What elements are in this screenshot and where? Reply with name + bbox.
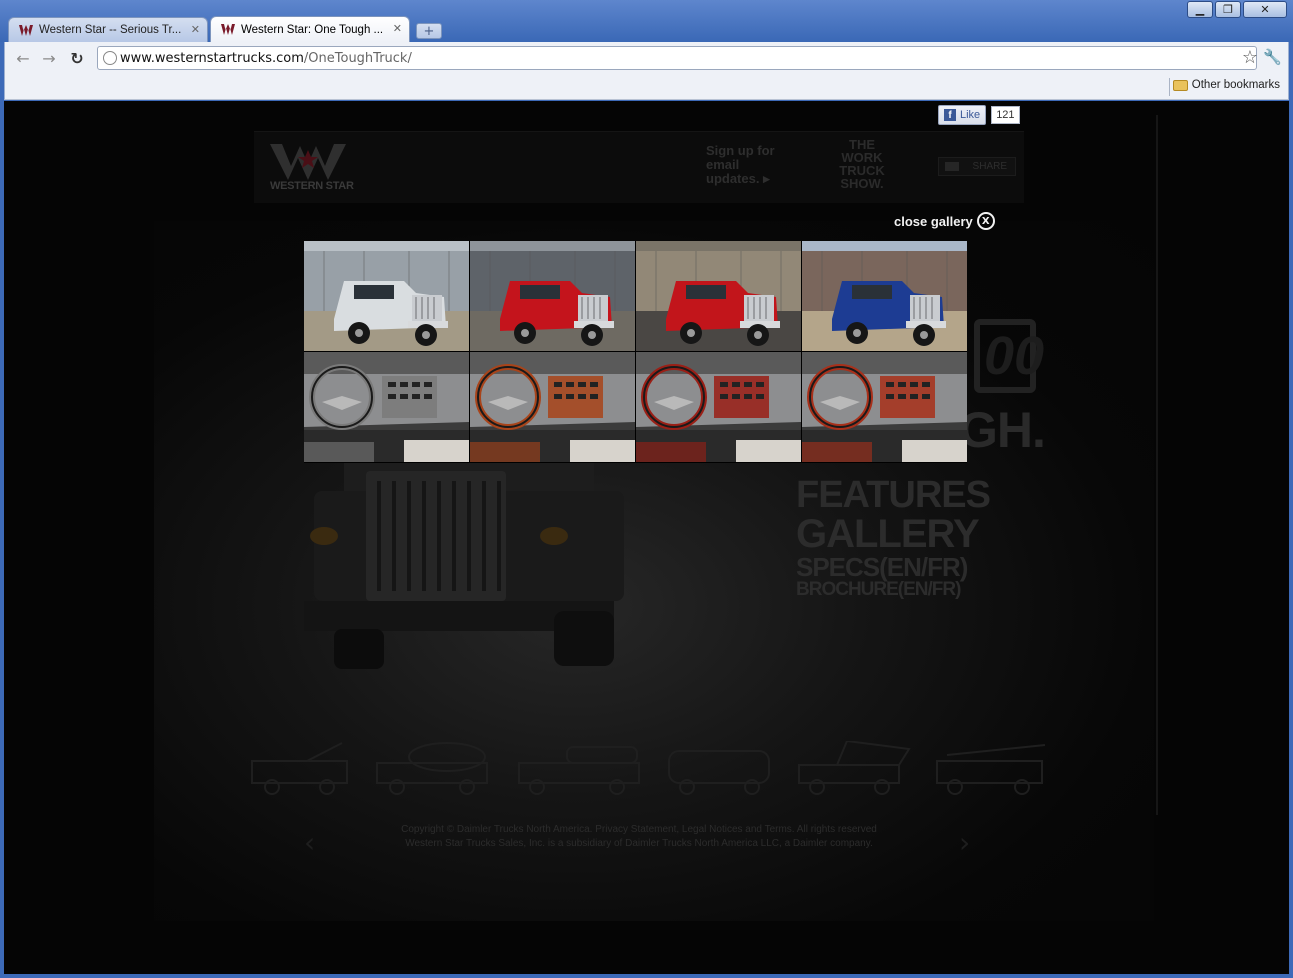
folder-icon: [1172, 79, 1188, 91]
tab-close-icon[interactable]: ✕: [191, 23, 200, 36]
share-icon: [945, 162, 959, 171]
gallery-thumb[interactable]: [636, 241, 801, 351]
maximize-button[interactable]: ❐: [1215, 1, 1241, 18]
title-bar: Western Star -- Serious Tr... ✕ Western …: [0, 0, 1293, 42]
truck-exterior-photo: [802, 241, 967, 351]
site-menu: FEATURES GALLERY SPECS(EN/FR) BROCHURE(E…: [796, 476, 991, 599]
bookmark-star-icon[interactable]: ☆: [1242, 47, 1258, 68]
facebook-like-button[interactable]: f Like: [938, 105, 987, 125]
logo-text: WESTERN STAR: [270, 180, 354, 192]
back-arrow-icon[interactable]: ←: [13, 48, 33, 68]
close-window-button[interactable]: ✕: [1243, 1, 1287, 18]
wrench-menu-icon[interactable]: 🔧: [1263, 48, 1282, 66]
tab-title: Western Star -- Serious Tr...: [39, 24, 182, 36]
truck-interior-photo: [470, 352, 635, 462]
share-button[interactable]: SHARE: [938, 157, 1016, 176]
tab-one-tough-truck[interactable]: Western Star: One Tough ... ✕: [210, 16, 410, 42]
footer-copyright: Copyright © Daimler Trucks North America…: [401, 824, 877, 835]
gallery-grid: [304, 241, 967, 463]
crane-truck-icon: [936, 744, 1046, 795]
minimize-button[interactable]: ▁: [1187, 1, 1213, 18]
dump-truck-icon: [798, 741, 911, 795]
bookmarks-bar: Other bookmarks: [4, 74, 1289, 100]
menu-features[interactable]: FEATURES: [796, 476, 991, 514]
site-header: WESTERN STAR Sign up for email updates. …: [254, 131, 1024, 203]
new-tab-button[interactable]: +: [416, 23, 442, 39]
headline-bottom-text: GH.: [959, 402, 1046, 458]
gallery-thumb[interactable]: [636, 352, 801, 462]
close-gallery-button[interactable]: close gallery X: [894, 212, 995, 230]
globe-icon: [103, 51, 117, 65]
facebook-icon: f: [944, 109, 956, 121]
email-signup-link[interactable]: Sign up for email updates. ▸: [706, 144, 786, 186]
mixer-truck-icon: [376, 742, 488, 795]
tow-truck-icon: [251, 742, 348, 795]
browser-window: Western Star -- Serious Tr... ✕ Western …: [0, 0, 1293, 978]
share-label: SHARE: [972, 161, 1007, 172]
western-star-favicon-icon: [19, 25, 33, 36]
gallery-thumb[interactable]: [802, 241, 967, 351]
forward-arrow-icon[interactable]: →: [39, 48, 59, 68]
reload-icon[interactable]: ↻: [67, 48, 87, 68]
truck-exterior-photo: [304, 241, 469, 351]
tab-title: Western Star: One Tough ...: [241, 23, 384, 36]
gallery-thumb[interactable]: [304, 352, 469, 462]
window-controls: ▁ ❐ ✕: [1187, 1, 1287, 18]
like-count: 121: [991, 106, 1020, 124]
address-bar[interactable]: www.westernstartrucks.com/OneToughTruck/…: [97, 46, 1258, 70]
tab-close-icon[interactable]: ✕: [393, 22, 402, 35]
truck-exterior-photo: [636, 241, 801, 351]
truck-interior-photo: [636, 352, 801, 462]
menu-gallery[interactable]: GALLERY: [796, 514, 990, 554]
other-bookmarks-button[interactable]: Other bookmarks: [1172, 79, 1280, 91]
western-star-favicon-icon: [221, 24, 235, 35]
like-label: Like: [960, 109, 981, 121]
work-truck-show-logo[interactable]: THE WORK TRUCK SHOW.: [832, 138, 892, 190]
truck-interior-photo: [802, 352, 967, 462]
tab-western-star-serious[interactable]: Western Star -- Serious Tr... ✕: [8, 17, 208, 42]
truck-exterior-photo: [470, 241, 635, 351]
tanker-truck-icon: [518, 746, 640, 795]
truck-front-image: [304, 461, 624, 669]
menu-specs[interactable]: SPECS(EN/FR): [796, 554, 990, 580]
gallery-thumb[interactable]: [802, 352, 967, 462]
facebook-like-widget: f Like 121: [938, 105, 1020, 125]
footer-next-arrow-icon[interactable]: ›: [959, 826, 970, 859]
gallery-thumb[interactable]: [304, 241, 469, 351]
navigation-toolbar: ← → ↻ www.westernstartrucks.com/OneTough…: [4, 42, 1289, 74]
tab-strip: Western Star -- Serious Tr... ✕ Western …: [8, 16, 442, 42]
site-footer: Copyright © Daimler Trucks North America…: [304, 823, 974, 853]
menu-brochure[interactable]: BROCHURE(EN/FR): [796, 580, 990, 599]
truck-interior-photo: [304, 352, 469, 462]
bookmarks-separator: [1169, 78, 1170, 96]
close-gallery-label: close gallery: [894, 213, 973, 229]
vocation-trucks-strip: [251, 741, 1046, 795]
background-divider: [1156, 115, 1158, 815]
headline-top-text: 00: [984, 326, 1045, 386]
gallery-thumb[interactable]: [470, 241, 635, 351]
gallery-thumb[interactable]: [470, 352, 635, 462]
address-path: /OneToughTruck/: [303, 50, 412, 66]
vacuum-truck-icon: [668, 750, 770, 795]
address-host: www.westernstartrucks.com: [120, 50, 304, 66]
footer-subsidiary: Western Star Trucks Sales, Inc. is a sub…: [405, 838, 873, 849]
page-viewport: f Like 121 WESTERN STAR Sign up for emai…: [4, 101, 1289, 974]
other-bookmarks-label: Other bookmarks: [1191, 79, 1280, 91]
close-x-icon: X: [976, 212, 995, 230]
